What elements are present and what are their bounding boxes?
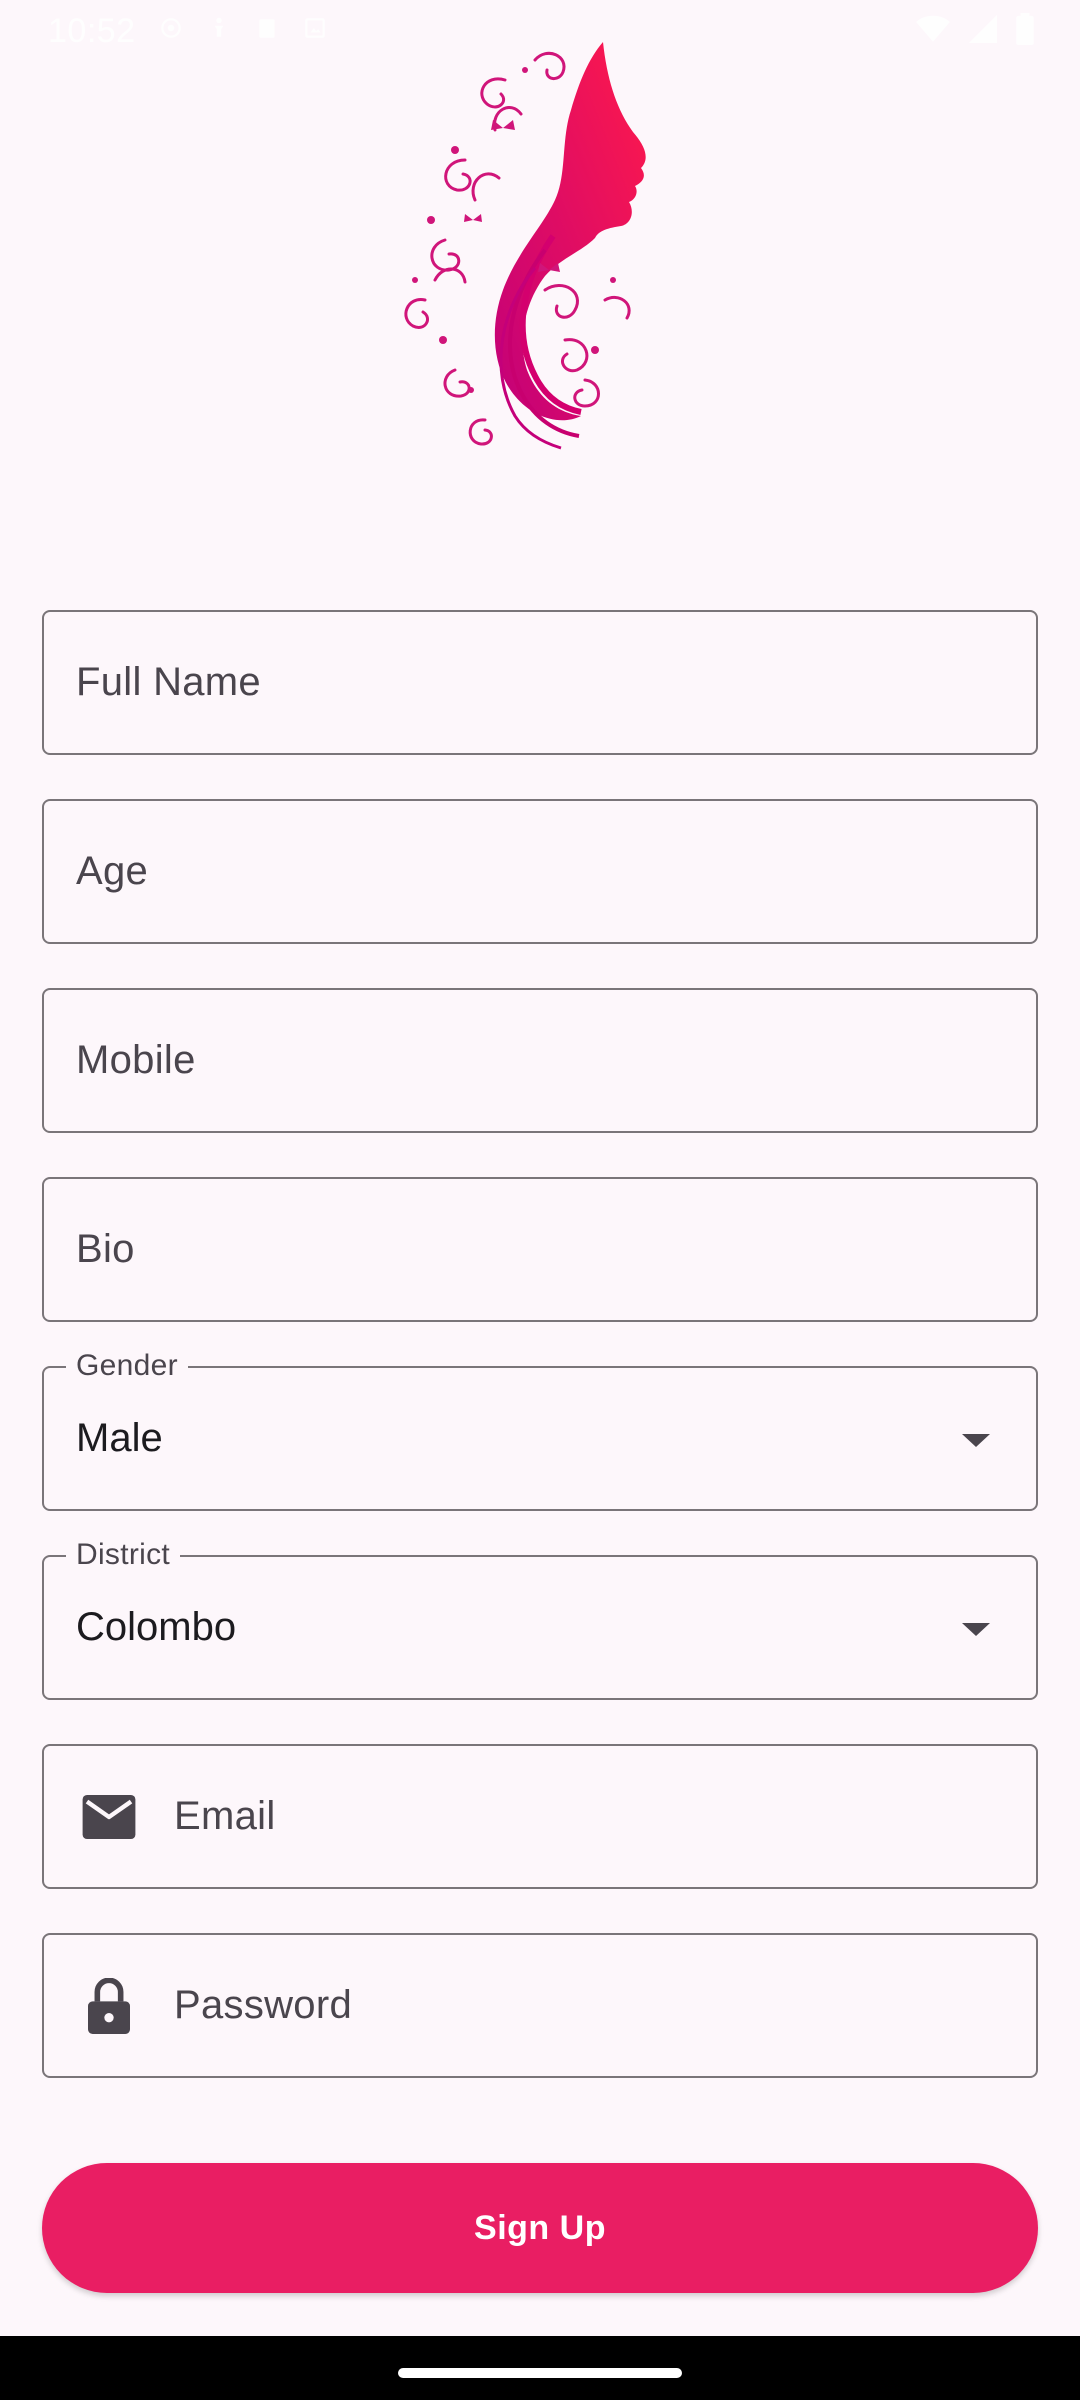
battery-icon bbox=[1016, 12, 1034, 50]
mobile-field[interactable]: Mobile bbox=[42, 988, 1038, 1133]
chevron-down-icon bbox=[962, 1433, 990, 1447]
email-placeholder: Email bbox=[174, 1794, 276, 1838]
status-right bbox=[916, 12, 1034, 50]
full-name-field[interactable]: Full Name bbox=[42, 610, 1038, 755]
age-field[interactable]: Age bbox=[42, 799, 1038, 944]
location-icon bbox=[158, 12, 184, 51]
status-left: 10:52 bbox=[48, 12, 328, 51]
status-time: 10:52 bbox=[48, 11, 136, 50]
bio-placeholder: Bio bbox=[76, 1227, 135, 1271]
signup-button[interactable]: Sign Up bbox=[42, 2163, 1038, 2293]
gender-value: Male bbox=[76, 1416, 163, 1460]
chevron-down-icon bbox=[962, 1622, 990, 1636]
district-dropdown[interactable]: District Colombo bbox=[42, 1538, 1038, 1700]
home-indicator[interactable] bbox=[398, 2368, 682, 2378]
accessibility-icon bbox=[206, 12, 232, 51]
signup-screen: 10:52 Full Name Age Mobile Bio Gender Ma… bbox=[0, 0, 1080, 2400]
lock-icon bbox=[80, 1977, 138, 2035]
password-placeholder: Password bbox=[174, 1983, 353, 2027]
mobile-placeholder: Mobile bbox=[76, 1038, 196, 1082]
password-field[interactable]: Password bbox=[42, 1933, 1038, 2078]
woman-silhouette-logo bbox=[385, 40, 665, 465]
email-field[interactable]: Email bbox=[42, 1744, 1038, 1889]
wifi-icon bbox=[916, 15, 950, 48]
screenshot-icon bbox=[302, 12, 328, 51]
bio-field[interactable]: Bio bbox=[42, 1177, 1038, 1322]
district-value: Colombo bbox=[76, 1605, 237, 1649]
gender-dropdown[interactable]: Gender Male bbox=[42, 1349, 1038, 1511]
navigation-bar bbox=[0, 2336, 1080, 2400]
district-label: District bbox=[66, 1538, 181, 1572]
clipboard-icon bbox=[254, 12, 280, 51]
email-icon bbox=[80, 1788, 138, 1846]
signal-icon bbox=[968, 14, 998, 48]
full-name-placeholder: Full Name bbox=[76, 660, 261, 704]
age-placeholder: Age bbox=[76, 849, 149, 893]
gender-label: Gender bbox=[66, 1349, 188, 1383]
